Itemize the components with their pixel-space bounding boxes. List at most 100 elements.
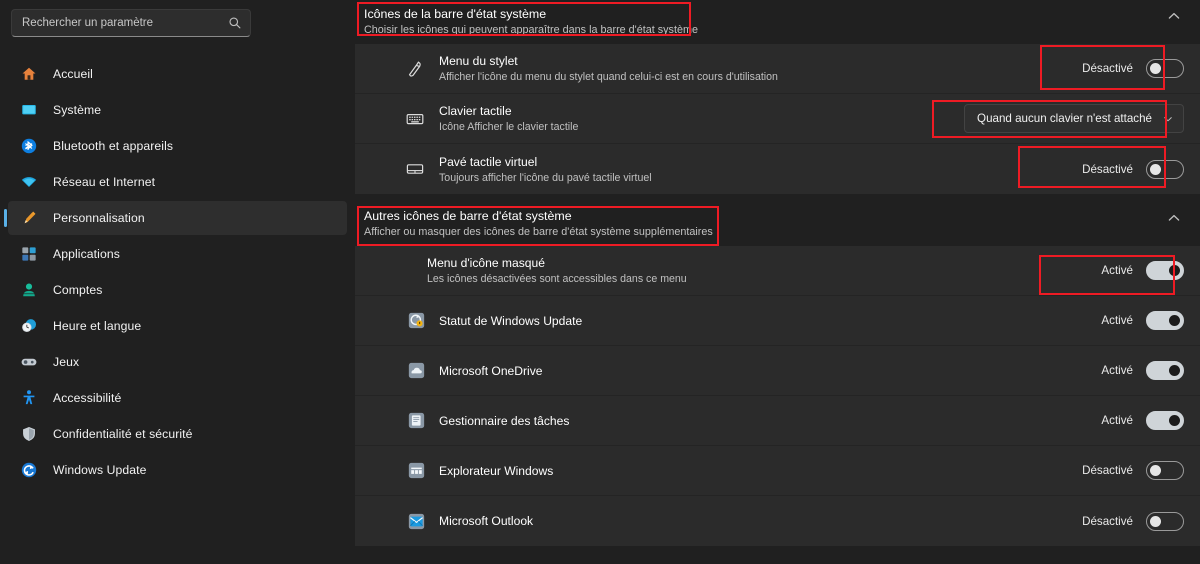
row-control: Activé	[1101, 261, 1184, 280]
toggle-explorateur-windows[interactable]	[1146, 461, 1184, 480]
sidebar-item-accessibilite[interactable]: Accessibilité	[8, 381, 347, 415]
toggle-state-label: Désactivé	[1082, 514, 1133, 528]
row-subtitle: Afficher l'icône du menu du stylet quand…	[439, 71, 778, 83]
row-title: Gestionnaire des tâches	[439, 413, 570, 428]
sidebar-item-label: Accessibilité	[53, 391, 122, 405]
toggle-pen-menu[interactable]	[1146, 59, 1184, 78]
personalization-icon	[24, 211, 36, 224]
row-virtual-touchpad[interactable]: Pavé tactile virtuel Toujours afficher l…	[355, 144, 1200, 194]
time-language-icon	[22, 319, 37, 332]
row-title: Microsoft Outlook	[439, 514, 534, 528]
toggle-state-label: Activé	[1101, 314, 1133, 327]
home-icon	[22, 67, 36, 80]
privacy-shield-icon	[23, 426, 35, 442]
navigation-sidebar: Accueil Système Bluetooth et a	[0, 0, 355, 564]
sidebar-item-label: Confidentialité et sécurité	[53, 427, 193, 441]
row-title: Statut de Windows Update	[439, 313, 583, 328]
row-control: Désactivé	[1082, 59, 1184, 78]
section-title: Autres icônes de barre d'état système	[364, 209, 572, 223]
sidebar-item-label: Heure et langue	[53, 319, 142, 333]
sidebar-item-label: Réseau et Internet	[53, 175, 156, 189]
row-hidden-icon-menu[interactable]: Menu d'icône masqué Les icônes désactivé…	[355, 246, 1200, 296]
sidebar-item-label: Jeux	[53, 355, 80, 369]
toggle-state-label: Activé	[1101, 264, 1133, 277]
section-subtitle: Afficher ou masquer des icônes de barre …	[364, 226, 713, 238]
sidebar-item-heure-et-langue[interactable]: Heure et langue	[8, 309, 347, 343]
row-windows-update-status[interactable]: Statut de Windows Update Activé	[355, 296, 1200, 346]
toggle-state-label: Désactivé	[1082, 62, 1133, 75]
sidebar-item-personnalisation[interactable]: Personnalisation	[4, 201, 347, 235]
row-subtitle: Les icônes désactivées sont accessibles …	[427, 273, 687, 285]
sidebar-item-label: Accueil	[53, 67, 93, 81]
row-title: Microsoft OneDrive	[439, 363, 543, 378]
apps-icon	[22, 247, 36, 261]
toggle-state-label: Activé	[1101, 364, 1133, 377]
accounts-icon	[23, 283, 35, 297]
row-control: Activé	[1101, 311, 1184, 330]
toggle-windows-update-status[interactable]	[1146, 311, 1184, 330]
toggle-virtual-touchpad[interactable]	[1146, 159, 1184, 179]
section-header-system-tray-icons[interactable]: Icônes de la barre d'état système Choisi…	[355, 0, 1200, 44]
search-box[interactable]	[11, 9, 251, 37]
virtual-touchpad-icon	[406, 164, 424, 174]
row-control: Quand aucun clavier n'est attaché	[964, 104, 1184, 133]
toggle-hidden-icon-menu[interactable]	[1146, 261, 1184, 280]
sidebar-item-confidentialite-et-securite[interactable]: Confidentialité et sécurité	[8, 417, 347, 451]
row-touch-keyboard[interactable]: Clavier tactile Icône Afficher le clavie…	[355, 94, 1200, 144]
row-title: Clavier tactile	[439, 104, 512, 118]
section-title: Icônes de la barre d'état système	[364, 7, 547, 21]
toggle-microsoft-outlook[interactable]	[1146, 511, 1184, 531]
row-control: Désactivé	[1082, 461, 1184, 480]
sidebar-item-reseau-et-internet[interactable]: Réseau et Internet	[8, 165, 347, 199]
sidebar-item-label: Comptes	[53, 283, 103, 297]
toggle-state-label: Désactivé	[1082, 464, 1133, 477]
row-control: Activé	[1101, 361, 1184, 380]
sidebar-item-jeux[interactable]: Jeux	[8, 345, 347, 379]
sidebar-item-windows-update[interactable]: Windows Update	[8, 453, 347, 487]
sidebar-item-label: Personnalisation	[53, 211, 145, 225]
settings-window: Accueil Système Bluetooth et a	[0, 0, 1200, 564]
file-explorer-icon	[408, 462, 425, 479]
dropdown-value: Quand aucun clavier n'est attaché	[977, 112, 1152, 125]
row-pen-menu[interactable]: Menu du stylet Afficher l'icône du menu …	[355, 44, 1200, 94]
system-icon	[22, 105, 36, 115]
row-control: Activé	[1101, 411, 1184, 430]
windows-update-status-icon	[408, 312, 425, 329]
accessibility-icon	[23, 390, 35, 405]
outlook-icon	[408, 513, 425, 529]
search-input[interactable]	[22, 17, 228, 29]
chevron-up-icon[interactable]	[1166, 8, 1182, 24]
toggle-state-label: Activé	[1101, 414, 1133, 427]
network-icon	[21, 177, 37, 188]
task-manager-icon	[408, 412, 425, 429]
sidebar-item-systeme[interactable]: Système	[8, 93, 347, 127]
toggle-gestionnaire-des-taches[interactable]	[1146, 411, 1184, 430]
chevron-down-icon	[1164, 116, 1172, 121]
row-title: Menu d'icône masqué	[427, 256, 545, 270]
dropdown-touch-keyboard[interactable]: Quand aucun clavier n'est attaché	[964, 104, 1184, 133]
row-microsoft-outlook[interactable]: Microsoft Outlook Désactivé	[355, 496, 1200, 546]
section-header-other-system-tray-icons[interactable]: Autres icônes de barre d'état système Af…	[355, 202, 1200, 246]
bluetooth-icon	[21, 138, 37, 154]
sidebar-item-applications[interactable]: Applications	[8, 237, 347, 271]
row-gestionnaire-des-taches[interactable]: Gestionnaire des tâches Activé	[355, 396, 1200, 446]
toggle-microsoft-onedrive[interactable]	[1146, 361, 1184, 380]
sidebar-item-accueil[interactable]: Accueil	[8, 57, 347, 91]
sidebar-item-label: Applications	[53, 247, 120, 261]
row-subtitle: Icône Afficher le clavier tactile	[439, 121, 579, 133]
section-subtitle: Choisir les icônes qui peuvent apparaîtr…	[364, 24, 698, 36]
gaming-icon	[21, 358, 37, 366]
sidebar-item-label: Système	[53, 103, 102, 117]
row-title: Explorateur Windows	[439, 463, 554, 478]
row-microsoft-onedrive[interactable]: Microsoft OneDrive Activé	[355, 346, 1200, 396]
row-explorateur-windows[interactable]: Explorateur Windows Désactivé	[355, 446, 1200, 496]
sidebar-item-comptes[interactable]: Comptes	[8, 273, 347, 307]
sidebar-item-label: Bluetooth et appareils	[53, 139, 174, 153]
pen-menu-icon	[408, 60, 421, 77]
settings-content-pane: Icônes de la barre d'état système Choisi…	[355, 0, 1200, 564]
sidebar-item-bluetooth-et-appareils[interactable]: Bluetooth et appareils	[8, 129, 347, 163]
sidebar-item-label: Windows Update	[53, 463, 147, 477]
row-control: Désactivé	[1082, 511, 1184, 531]
chevron-up-icon[interactable]	[1166, 210, 1182, 226]
